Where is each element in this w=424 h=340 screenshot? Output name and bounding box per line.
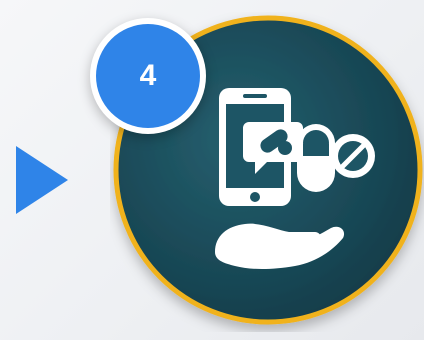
open-hand-icon bbox=[215, 223, 345, 269]
no-pill-icon bbox=[331, 134, 375, 178]
play-triangle-icon bbox=[16, 146, 68, 214]
step-graphic: { "step": { "number": "4" }, "icons": { … bbox=[0, 0, 424, 340]
mobile-pharmacy-icon bbox=[215, 88, 375, 269]
step-number: 4 bbox=[139, 59, 157, 92]
step-number-badge: 4 bbox=[90, 18, 206, 134]
capsule-icon bbox=[297, 124, 335, 192]
